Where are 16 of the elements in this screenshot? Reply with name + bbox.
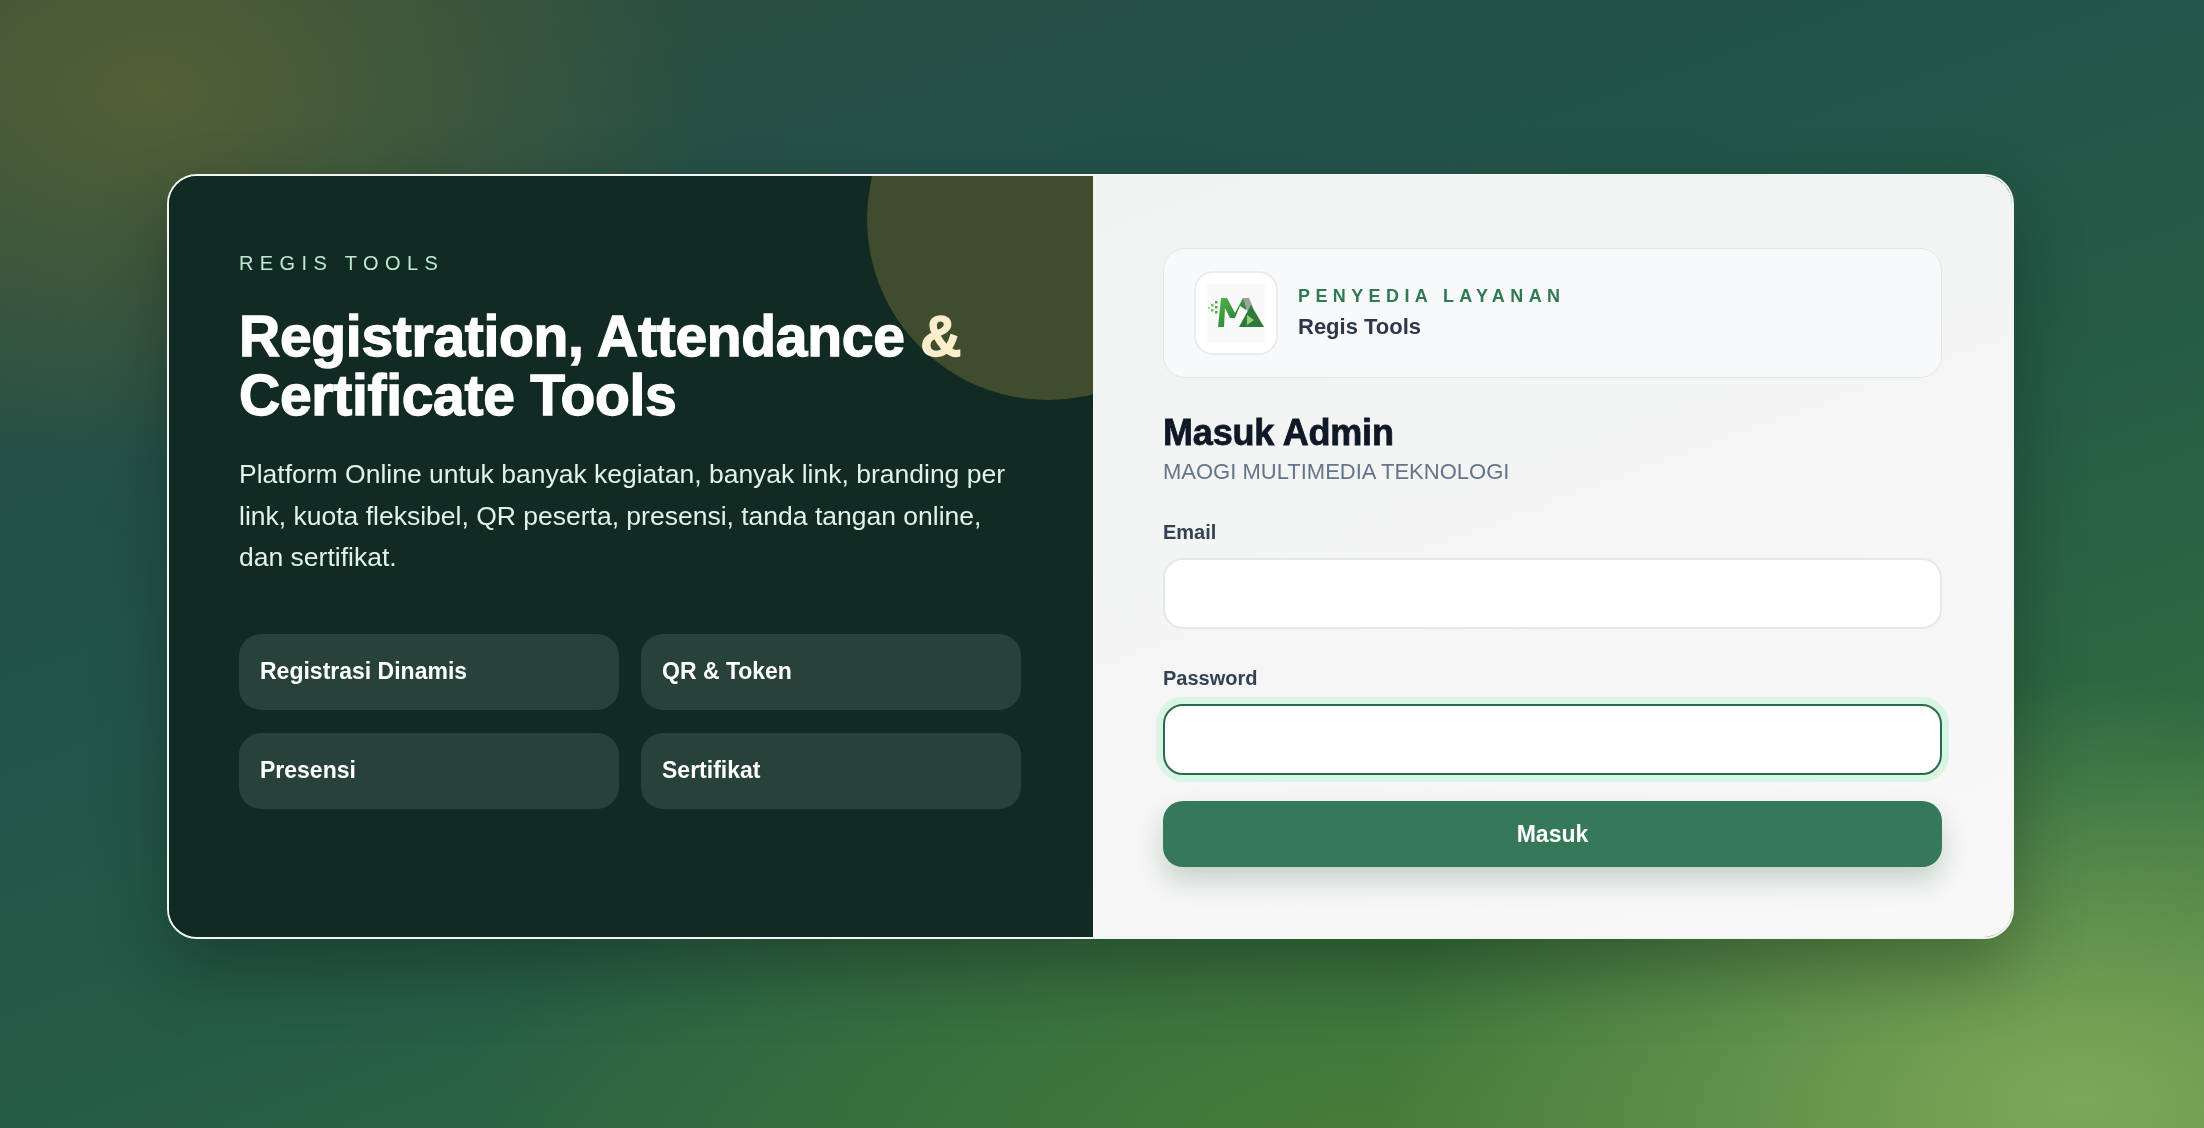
- provider-name: Regis Tools: [1298, 313, 1423, 341]
- feature-tile: Registrasi Dinamis: [239, 633, 619, 710]
- feature-tile: Sertifikat: [641, 732, 1021, 809]
- headline: Registration, Attendance & Certificate Tools: [239, 307, 963, 425]
- login-title: Masuk Admin: [1163, 412, 1395, 453]
- field-label: Email: [1163, 520, 1218, 544]
- input-field[interactable]: [1163, 704, 1942, 775]
- provider-label: PENYEDIA LAYANAN: [1298, 285, 1566, 307]
- description-text: Platform Online untuk banyak kegiatan, banyak link, branding per link, kuota fleksibel, QR peserta, presensi, tanda tangan online, dan sertifikat.: [239, 458, 1006, 574]
- company-name: MAOGI MULTIMEDIA TEKNOLOGI: [1163, 458, 1511, 485]
- login-button[interactable]: Masuk: [1163, 801, 1942, 867]
- app-name-label: REGIS TOOLS: [239, 251, 446, 275]
- field-label: Password: [1163, 666, 1259, 690]
- logo-icon: [1194, 271, 1278, 355]
- feature-tile: Presensi: [239, 732, 619, 809]
- feature-tile: QR & Token: [641, 633, 1021, 710]
